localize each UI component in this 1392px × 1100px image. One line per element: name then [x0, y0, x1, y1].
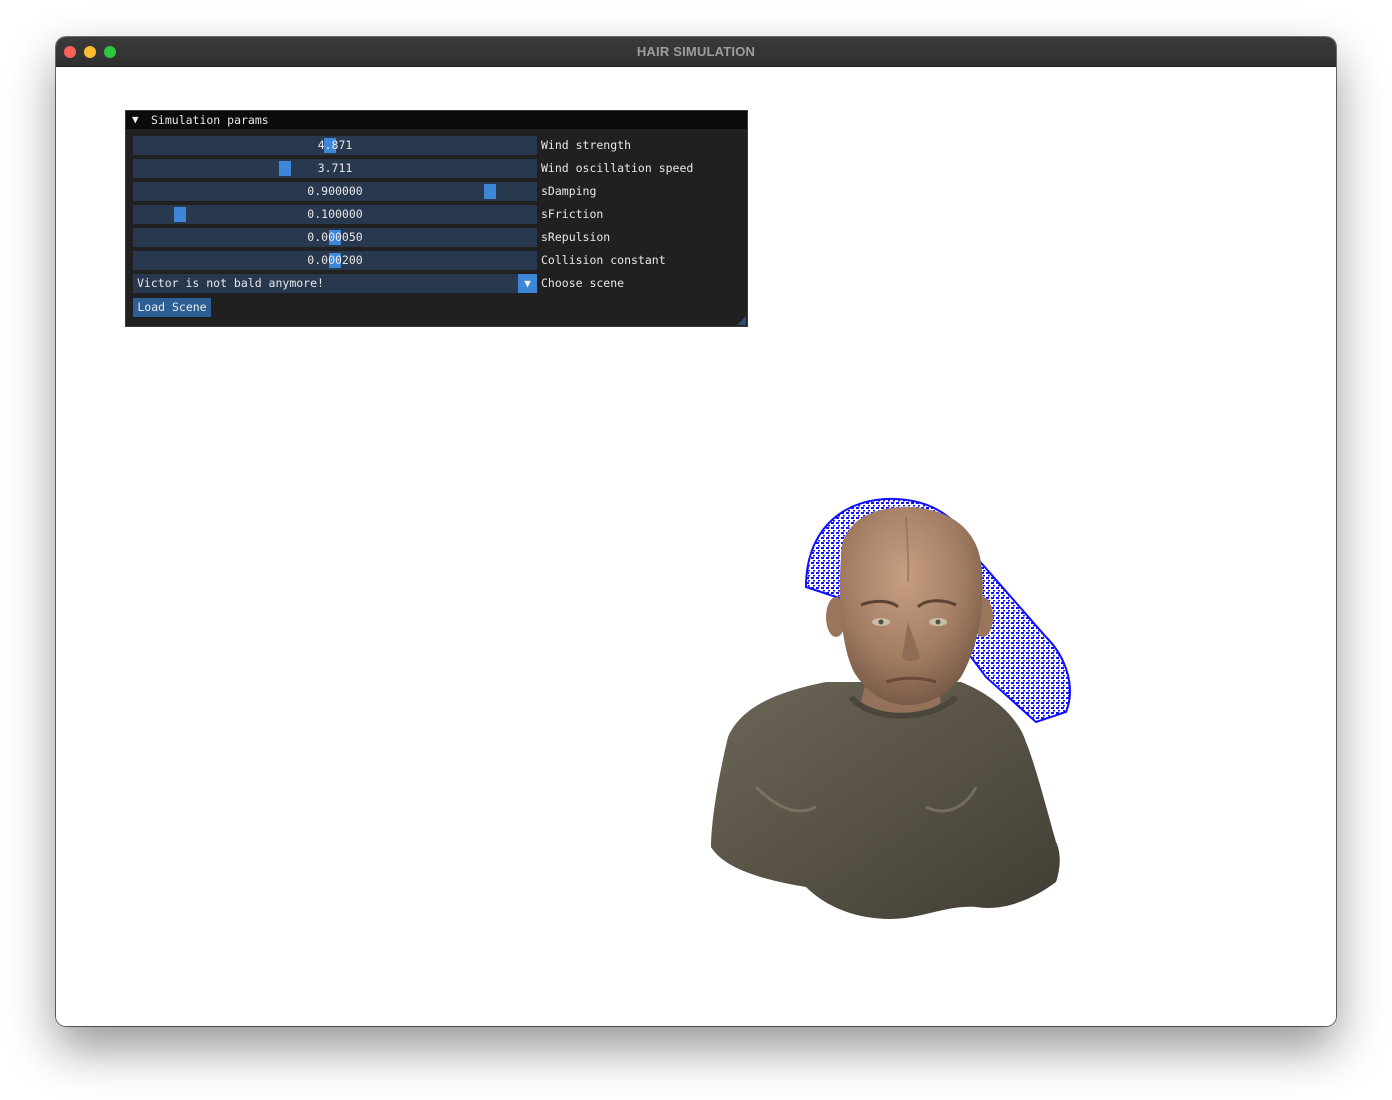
load-scene-button[interactable]: Load Scene — [133, 298, 211, 317]
slider-label: Wind strength — [541, 138, 632, 152]
panel-header[interactable]: ▼ Simulation params — [126, 111, 747, 129]
slider-value: 0.000200 — [307, 253, 363, 267]
slider-label: Wind oscillation speed — [541, 161, 694, 175]
shirt — [711, 682, 1060, 919]
scene-select[interactable]: Victor is not bald anymore! ▼ — [133, 274, 537, 293]
app-window: HAIR SIMULATION ▼ Simulation params 4.87… — [56, 37, 1336, 1026]
wind-strength-slider[interactable]: 4.871 — [133, 136, 537, 155]
head — [839, 507, 983, 705]
srepulsion-slider[interactable]: 0.000050 — [133, 228, 537, 247]
wind-oscillation-speed-slider[interactable]: 3.711 — [133, 159, 537, 178]
sdamping-slider[interactable]: 0.900000 — [133, 182, 537, 201]
panel-title: Simulation params — [151, 113, 269, 127]
slider-value: 0.900000 — [307, 184, 363, 198]
slider-value: 4.871 — [317, 138, 353, 152]
3d-character-render — [711, 497, 1071, 919]
resize-grip[interactable] — [737, 316, 746, 325]
slider-label: sDamping — [541, 184, 597, 198]
render-viewport[interactable]: ▼ Simulation params 4.871 Wind strength … — [56, 67, 1336, 1026]
chevron-down-icon[interactable]: ▼ — [518, 274, 537, 293]
scene-select-value: Victor is not bald anymore! — [137, 276, 324, 290]
sfriction-slider[interactable]: 0.100000 — [133, 205, 537, 224]
slider-value: 0.000050 — [307, 230, 363, 244]
title-bar: HAIR SIMULATION — [56, 37, 1336, 67]
slider-label: sFriction — [541, 207, 604, 221]
combo-label: Choose scene — [541, 276, 625, 290]
slider-value: 3.711 — [317, 161, 353, 175]
collision-constant-slider[interactable]: 0.000200 — [133, 251, 537, 270]
window-title: HAIR SIMULATION — [636, 44, 756, 59]
slider-label: sRepulsion — [541, 230, 611, 244]
slider-value: 0.100000 — [307, 207, 363, 221]
triangle-down-icon[interactable]: ▼ — [132, 111, 139, 129]
slider-label: Collision constant — [541, 253, 666, 267]
simulation-params-panel: ▼ Simulation params 4.871 Wind strength … — [125, 110, 748, 327]
